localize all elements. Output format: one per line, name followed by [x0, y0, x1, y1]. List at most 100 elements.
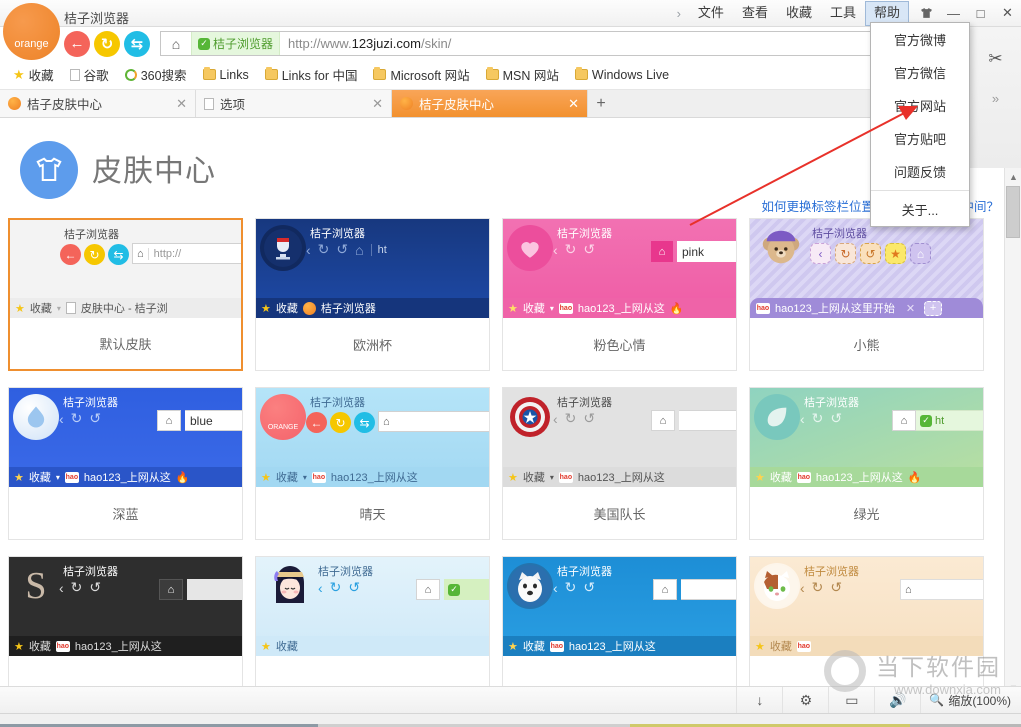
skin-name: 晴天: [256, 487, 489, 539]
vertical-scrollbar[interactable]: ▲ ▼: [1004, 168, 1021, 696]
bookmark-360search[interactable]: 360搜索: [118, 62, 194, 87]
thumb-forward-icon: ↺: [89, 410, 101, 427]
thumb-browser-title: 桔子浏览器: [310, 394, 365, 410]
thumb-browser-title: 桔子浏览器: [63, 394, 118, 410]
bookmark-microsoft[interactable]: Microsoft 网站: [366, 62, 476, 87]
back-button[interactable]: ←: [64, 31, 90, 57]
thumb-back-icon: ‹: [800, 411, 805, 427]
skin-card-euro[interactable]: 桔子浏览器 ‹↻↺⌂ ht ★收藏 桔子浏览器 欧洲杯: [255, 218, 490, 371]
maximize-button[interactable]: □: [967, 0, 994, 27]
thumb-browser-title: 桔子浏览器: [812, 225, 867, 241]
scroll-up-icon[interactable]: ▲: [1005, 168, 1021, 185]
help-menu-about[interactable]: 关于...: [871, 193, 969, 226]
help-menu-dropdown: 官方微博 官方微信 官方网站 官方贴吧 问题反馈 关于...: [870, 22, 970, 227]
tab-close-icon[interactable]: ✕: [568, 96, 579, 112]
thumb-address-bar: ⌂: [159, 579, 242, 600]
thumb-logo-drop: [13, 394, 59, 440]
bookmark-windowslive[interactable]: Windows Live: [568, 65, 676, 85]
thumb-address-bar: ⌂ blue: [157, 410, 242, 431]
tab-close-icon[interactable]: ✕: [372, 96, 383, 112]
tab-skin-center-1[interactable]: 桔子皮肤中心 ✕: [0, 90, 196, 117]
url-path: /skin/: [421, 36, 451, 51]
skin-thumbnail: 桔子浏览器 ‹↻↺ ⌂ ✓ ★收藏: [256, 557, 489, 656]
thumb-forward-icon: ↺: [860, 243, 881, 264]
close-button[interactable]: ✕: [994, 0, 1021, 27]
tab-close-icon[interactable]: ✕: [176, 96, 187, 112]
skin-card-pink[interactable]: 桔子浏览器 ‹↻↺ ⌂ pink ★收藏 ▾ hao hao123_上网: [502, 218, 737, 371]
thumb-browser-title: 桔子浏览器: [557, 563, 612, 579]
tab-skin-center-2[interactable]: 桔子皮肤中心 ✕: [392, 90, 588, 117]
skin-card-deepblue[interactable]: 桔子浏览器 ‹↻↺ ⌂ blue ★收藏 ▾ hao hao123_上网: [8, 387, 243, 540]
side-panel-more-button[interactable]: »: [992, 91, 999, 106]
skin-card-sunny[interactable]: ORANGE 桔子浏览器 ← ↻ ⇆ ⌂ ★收藏 ▾: [255, 387, 490, 540]
skin-card-greenlight[interactable]: 桔子浏览器 ‹↻↺ ⌂ ✓ht ★收藏 hao hao123_上网从这: [749, 387, 984, 540]
bookmark-links[interactable]: Links: [196, 65, 256, 85]
thumb-address-bar: ⌂http://: [132, 243, 241, 264]
menu-file[interactable]: 文件: [689, 1, 733, 26]
scissors-icon[interactable]: ✂: [988, 49, 1002, 69]
scrollbar-thumb[interactable]: [1006, 186, 1020, 238]
skin-card-bear[interactable]: 桔子浏览器 ‹ ↻ ↺ ★ ⌂ hao hao123_上网从这里开始 ✕: [749, 218, 984, 371]
title-bar: › 文件 查看 收藏 工具 帮助 — □ ✕: [0, 0, 1021, 27]
window-icon[interactable]: ▭: [828, 687, 874, 713]
tab-label: 选项: [220, 94, 245, 113]
thumb-browser-title: 桔子浏览器: [318, 563, 373, 579]
page-content: 皮肤中心 如何更换标签栏位置：放在顶部或者中间？ 桔子浏览器 ← ↻ ⇆: [0, 118, 1009, 696]
tab-options[interactable]: 选项 ✕: [196, 90, 392, 117]
help-menu-weibo[interactable]: 官方微博: [871, 23, 969, 56]
menu-view[interactable]: 查看: [733, 1, 777, 26]
skin-card-captain-america[interactable]: 桔子浏览器 ‹↻↺ ⌂ ★收藏 ▾ hao hao123_上网从这: [502, 387, 737, 540]
thumb-browser-title: 桔子浏览器: [804, 394, 859, 410]
address-bar[interactable]: ⌂ ✓ 桔子浏览器 http://www.123juzi.com/skin/ ☆: [160, 31, 921, 56]
thumb-forward-icon: ↺: [89, 579, 101, 596]
gear-icon[interactable]: ⚙: [782, 687, 828, 713]
thumb-logo-trophy: [260, 225, 306, 271]
help-menu-feedback[interactable]: 问题反馈: [871, 155, 969, 188]
skin-card-girl[interactable]: 桔子浏览器 ‹↻↺ ⌂ ✓ ★收藏: [255, 556, 490, 696]
zoom-control[interactable]: 🔍 缩放(100%): [920, 687, 1021, 713]
skin-name: 欧洲杯: [256, 318, 489, 370]
help-menu-wechat[interactable]: 官方微信: [871, 56, 969, 89]
bookmark-msn[interactable]: MSN 网站: [479, 62, 566, 87]
bookmark-favorites[interactable]: ★ 收藏: [6, 62, 61, 87]
speaker-icon[interactable]: 🔊: [874, 687, 920, 713]
home-icon[interactable]: ⌂: [161, 36, 191, 52]
menu-tools[interactable]: 工具: [821, 1, 865, 26]
browser-window: › 文件 查看 收藏 工具 帮助 — □ ✕ ← ↻ ⇆ ⌂ ✓ 桔子浏览器 h…: [0, 0, 1021, 727]
360-icon: [125, 69, 137, 81]
help-menu-website[interactable]: 官方网站: [871, 89, 969, 122]
bookmarks-bar: ★ 收藏 谷歌 360搜索 Links Links for 中国 Microso…: [0, 60, 1021, 90]
thumb-back-icon: ‹: [810, 243, 831, 264]
thumb-forward-icon: ↺: [830, 579, 842, 596]
bookmark-label: Links: [220, 68, 249, 82]
skin-card-default[interactable]: 桔子浏览器 ← ↻ ⇆ ⌂http:// ★收藏 ▾: [8, 218, 243, 371]
thumb-back-icon: ←: [306, 412, 327, 433]
thumb-logo-girl: [262, 557, 318, 613]
download-icon[interactable]: ↓: [736, 687, 782, 713]
reload-button[interactable]: ↻: [94, 31, 120, 57]
bookmark-google[interactable]: 谷歌: [63, 62, 116, 87]
thumb-logo-letter-s: S: [13, 563, 59, 609]
skin-grid: 桔子浏览器 ← ↻ ⇆ ⌂http:// ★收藏 ▾: [0, 218, 1009, 696]
thumb-bookmarks: ★收藏 hao hao123_上网从这: [9, 636, 242, 656]
menu-overflow-icon[interactable]: ›: [669, 6, 689, 21]
url-text[interactable]: http://www.123juzi.com/skin/: [280, 36, 894, 51]
thumb-bookmarks: ★收藏 ▾ hao hao123_上网从这 🔥: [9, 467, 242, 487]
orange-icon: [400, 97, 413, 110]
star-icon: ★: [13, 67, 25, 83]
skin-card-husky[interactable]: 桔子浏览器 ‹↻↺ ⌂ ★收藏 hao hao123_上网从这: [502, 556, 737, 696]
skin-card-letter-s[interactable]: S 桔子浏览器 ‹↻↺ ⌂ ★收藏 hao hao123_上网从这: [8, 556, 243, 696]
new-tab-button[interactable]: +: [588, 90, 614, 117]
skin-card-cat[interactable]: 桔子浏览器 ‹↻↺ ⌂ ★收藏 hao: [749, 556, 984, 696]
doc-icon: [204, 98, 214, 110]
thumb-browser-title: 桔子浏览器: [63, 563, 118, 579]
folder-icon: [373, 69, 386, 80]
menu-favorites[interactable]: 收藏: [777, 1, 821, 26]
help-menu-tieba[interactable]: 官方贴吧: [871, 122, 969, 155]
thumb-address-bar: ⌂ pink: [651, 241, 736, 262]
forward-button[interactable]: ⇆: [124, 31, 150, 57]
bookmark-links-china[interactable]: Links for 中国: [258, 62, 365, 87]
site-safety-badge: ✓ 桔子浏览器: [191, 32, 280, 55]
skin-name: 绿光: [750, 487, 983, 539]
doc-icon: [70, 69, 80, 81]
